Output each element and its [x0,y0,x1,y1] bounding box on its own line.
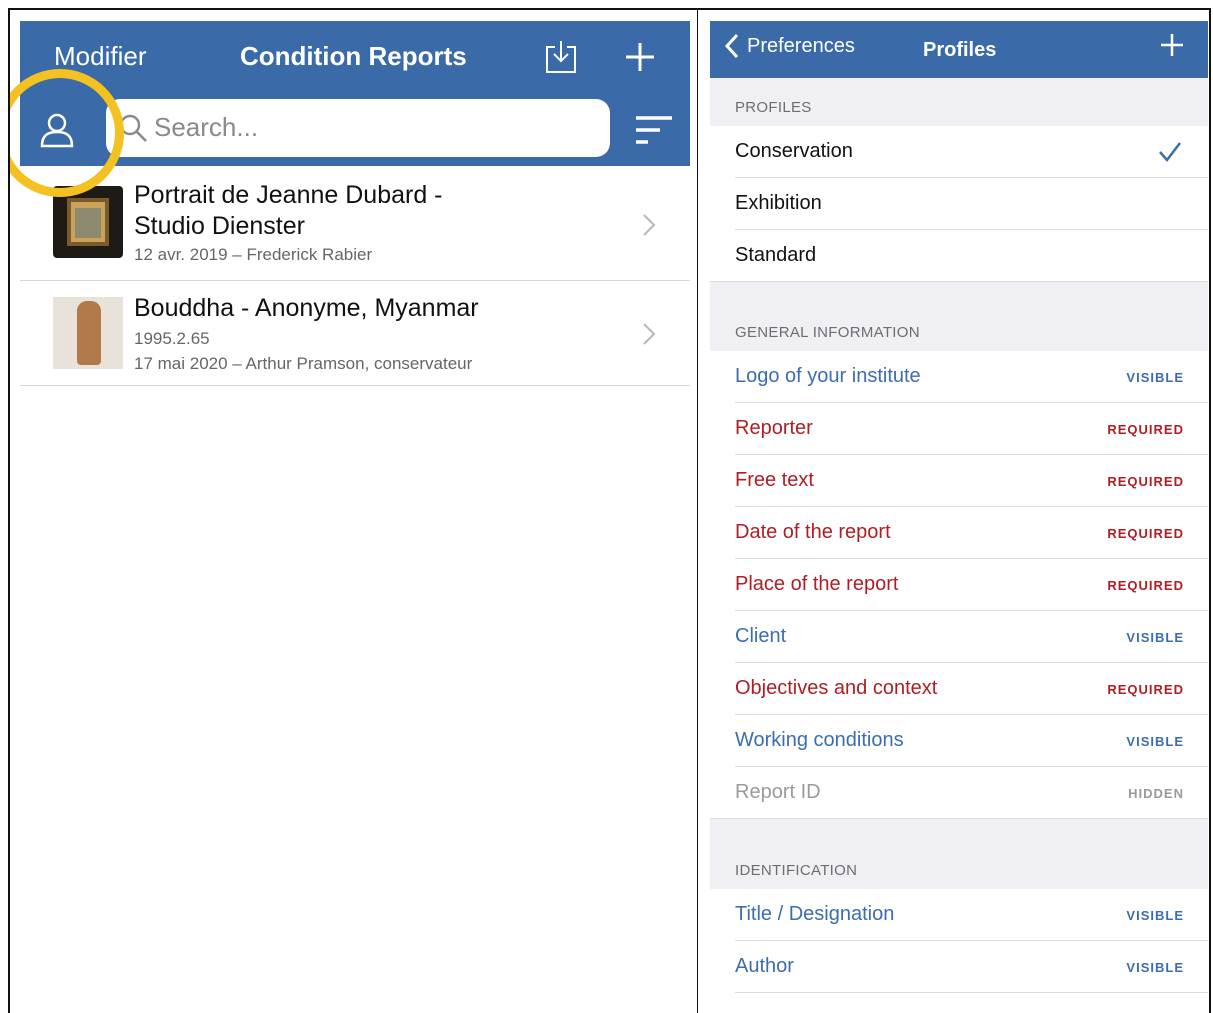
report-thumbnail [53,297,123,369]
search-placeholder: Search... [154,112,259,142]
report-row[interactable]: Portrait de Jeanne Dubard - Studio Diens… [20,166,690,281]
status-badge: VISIBLE [1126,370,1184,385]
status-badge: REQUIRED [1107,474,1184,489]
report-meta: 17 mai 2020 – Arthur Pramson, conservate… [134,354,473,373]
edit-button[interactable]: Modifier [54,41,146,72]
field-row-logo[interactable]: Logo of your institute VISIBLE [710,351,1208,403]
field-row-free-text[interactable]: Free text REQUIRED [710,455,1208,507]
section-header: GENERAL INFORMATION [710,282,1208,351]
field-row-reporter[interactable]: Reporter REQUIRED [710,403,1208,455]
navigation-bar: Preferences Profiles [710,21,1208,78]
condition-reports-view: Modifier Condition Reports Search... Por… [10,21,690,386]
field-row-date[interactable]: Date of the report REQUIRED [710,507,1208,559]
profile-item-standard[interactable]: Standard [710,230,1208,282]
plus-icon[interactable] [1160,33,1184,57]
profiles-screen: Preferences Profiles PROFILES Conservati… [698,8,1211,1013]
report-row[interactable]: Bouddha - Anonyme, Myanmar 1995.2.65 17 … [20,281,690,386]
search-input[interactable]: Search... [106,99,610,157]
status-badge: VISIBLE [1126,734,1184,749]
field-row-report-id[interactable]: Report ID HIDDEN [710,767,1208,819]
field-row-place[interactable]: Place of the report REQUIRED [710,559,1208,611]
status-badge: HIDDEN [1128,786,1184,801]
plus-icon[interactable] [624,41,656,73]
chevron-left-icon[interactable] [724,33,740,59]
section-header: PROFILES [710,78,1208,126]
back-button[interactable]: Preferences [747,35,855,58]
status-badge: REQUIRED [1107,578,1184,593]
report-title: Bouddha - Anonyme, Myanmar [134,294,479,322]
profile-item-exhibition[interactable]: Exhibition [710,178,1208,230]
status-badge: VISIBLE [1126,960,1184,975]
status-badge: REQUIRED [1107,526,1184,541]
section-header: IDENTIFICATION [710,819,1208,889]
status-badge: VISIBLE [1126,908,1184,923]
status-badge: VISIBLE [1126,630,1184,645]
field-row-author[interactable]: Author VISIBLE [710,941,1208,993]
field-row-client[interactable]: Client VISIBLE [710,611,1208,663]
navigation-bar: Modifier Condition Reports Search... [10,21,690,197]
status-badge: REQUIRED [1107,682,1184,697]
condition-reports-screen: Modifier Condition Reports Search... Por… [8,8,699,1013]
field-row-working-conditions[interactable]: Working conditions VISIBLE [710,715,1208,767]
chevron-right-icon [643,323,656,345]
report-meta: 12 avr. 2019 – Frederick Rabier [134,245,373,264]
export-icon[interactable] [544,39,578,75]
chevron-right-icon [643,214,656,236]
field-row-objectives[interactable]: Objectives and context REQUIRED [710,663,1208,715]
profiles-view: Preferences Profiles PROFILES Conservati… [710,21,1208,993]
profile-item-conservation[interactable]: Conservation [710,126,1208,178]
page-title: Profiles [923,39,997,61]
report-reference: 1995.2.65 [134,329,210,348]
field-row-title[interactable]: Title / Designation VISIBLE [710,889,1208,941]
page-title: Condition Reports [240,41,467,71]
status-badge: REQUIRED [1107,422,1184,437]
sort-icon[interactable] [634,115,674,145]
report-title: Portrait de Jeanne Dubard - Studio Diens… [134,181,443,240]
checkmark-icon [1159,142,1181,162]
